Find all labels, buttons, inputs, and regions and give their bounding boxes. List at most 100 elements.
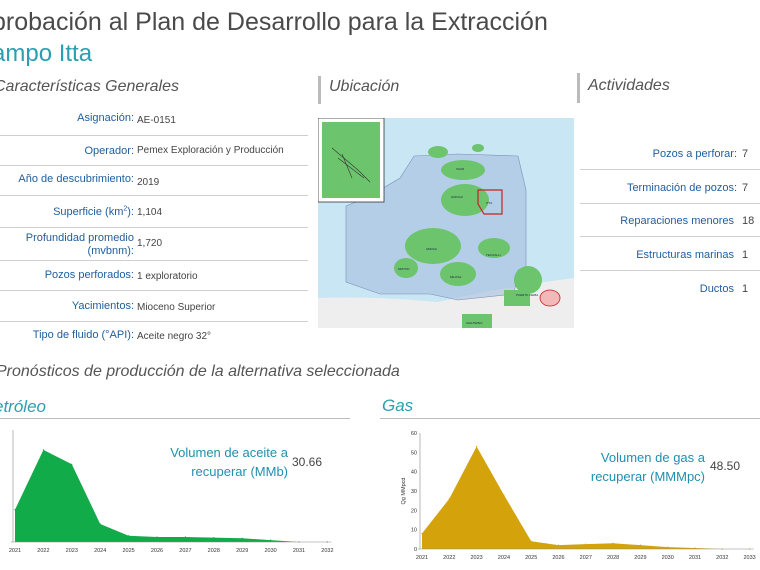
data-point xyxy=(476,445,478,448)
x-tick-label: 2022 xyxy=(443,555,455,560)
activity-label: Reparaciones menores xyxy=(620,215,734,227)
general-row: Tipo de fluido (°API): Aceite negro 32° xyxy=(0,322,308,350)
general-row-label: Operador: xyxy=(84,145,134,157)
data-point xyxy=(421,532,423,535)
activity-row: Ductos 1 xyxy=(580,271,760,304)
general-row: Operador: Pemex Exploración y Producción xyxy=(0,136,308,166)
general-section-title: Características Generales xyxy=(0,78,179,95)
activity-value: 1 xyxy=(742,249,749,261)
activity-value: 18 xyxy=(742,215,755,227)
activity-row: Reparaciones menores 18 xyxy=(580,203,760,237)
activity-row: Estructuras marinas 1 xyxy=(580,237,760,271)
activity-value: 1 xyxy=(742,283,749,295)
svg-text:TECOALLI: TECOALLI xyxy=(486,253,501,257)
data-point xyxy=(612,542,614,544)
general-row-value: Aceite negro 32° xyxy=(137,331,212,342)
data-point xyxy=(213,537,215,539)
data-point xyxy=(71,463,73,465)
data-point xyxy=(503,494,505,496)
x-tick-label: 2031 xyxy=(689,555,701,560)
y-tick-label: 10 xyxy=(411,528,417,534)
activity-row: Terminación de pozos: 7 xyxy=(580,170,760,204)
x-tick-label: 2033 xyxy=(743,555,755,560)
data-point xyxy=(99,523,101,525)
general-row-value: 1,720 xyxy=(137,238,163,249)
x-tick-label: 2022 xyxy=(37,548,49,554)
location-divider xyxy=(318,76,321,104)
y-tick-label: 40 xyxy=(411,470,417,476)
page-subtitle: ampo Itta xyxy=(0,40,93,67)
svg-text:HOKCHI: HOKCHI xyxy=(451,195,463,199)
oil-chart-title: etróleo xyxy=(0,397,46,416)
svg-text:ITTA: ITTA xyxy=(486,201,492,205)
x-tick-label: 2026 xyxy=(552,555,564,560)
activity-label: Pozos a perforar: xyxy=(652,148,737,160)
oil-volume-value: 30.66 xyxy=(292,455,323,469)
data-point xyxy=(42,449,45,451)
x-tick-label: 2025 xyxy=(525,555,537,560)
general-row: Profundidad promedio (mvbnm): 1,720 xyxy=(0,228,308,261)
x-tick-label: 2028 xyxy=(208,548,220,554)
data-point xyxy=(667,546,669,548)
data-point xyxy=(14,509,16,511)
general-row-label: Yacimientos: xyxy=(71,300,134,312)
general-row-label: Asignación: xyxy=(77,112,134,124)
svg-text:AMOCA: AMOCA xyxy=(426,247,437,251)
y-tick-label: 30 xyxy=(411,489,417,495)
x-tick-label: 2032 xyxy=(321,548,333,554)
y-tick-label: 60 xyxy=(411,431,417,437)
x-tick-label: 2025 xyxy=(122,548,134,554)
x-tick-label: 2029 xyxy=(236,548,248,554)
x-tick-label: 2028 xyxy=(607,555,619,560)
x-tick-label: 2030 xyxy=(662,555,674,560)
general-row-label: Pozos perforados: xyxy=(44,269,134,281)
y-axis-label: Qg MMpcd xyxy=(401,478,407,505)
data-point xyxy=(270,539,272,541)
x-tick-label: 2026 xyxy=(151,548,163,554)
y-tick-label: 20 xyxy=(411,508,417,514)
gas-volume-value: 48.50 xyxy=(710,459,741,473)
activity-label: Terminación de pozos: xyxy=(626,182,737,194)
general-row-label: Año de descubrimiento: xyxy=(18,173,134,185)
data-point xyxy=(128,535,130,537)
general-row: Año de descubrimiento: 2019 xyxy=(0,166,308,196)
data-point xyxy=(448,498,450,500)
data-point xyxy=(156,536,158,538)
x-tick-label: 2032 xyxy=(716,555,728,560)
oil-chart-rule xyxy=(0,418,350,419)
general-row-label: Profundidad promedio (mvbnm): xyxy=(25,232,134,257)
svg-text:CHILTEPEC: CHILTEPEC xyxy=(466,321,483,325)
y-tick-label: 50 xyxy=(411,450,417,456)
general-row-label: Tipo de fluido (°API): xyxy=(32,329,134,341)
oil-volume-label: Volumen de aceite a recuperar (MMb) xyxy=(170,445,288,479)
gas-volume-label: Volumen de gas a recuperar (MMMpc) xyxy=(590,450,705,484)
general-row-value: Mioceno Superior xyxy=(137,302,216,313)
general-row-label: Superficie (km2): xyxy=(53,202,134,219)
area-label-text: Superficie (km2): xyxy=(53,205,134,218)
activity-value: 7 xyxy=(742,182,749,194)
data-point xyxy=(530,540,532,542)
data-point xyxy=(639,544,641,546)
data-point xyxy=(241,537,243,539)
activity-row: Pozos a perforar: 7 xyxy=(580,136,760,170)
general-row-value: Pemex Exploración y Producción xyxy=(137,145,284,156)
svg-text:PUERTO CEIBA: PUERTO CEIBA xyxy=(516,293,538,297)
y-tick-label: 0 xyxy=(414,547,417,553)
x-tick-label: 2024 xyxy=(498,555,510,560)
x-tick-label: 2029 xyxy=(634,555,646,560)
x-tick-label: 2023 xyxy=(470,555,482,560)
activities-divider xyxy=(577,73,580,103)
x-tick-label: 2030 xyxy=(264,548,276,554)
x-tick-label: 2021 xyxy=(416,555,428,560)
activity-label: Estructuras marinas xyxy=(636,249,734,261)
general-row: Asignación: AE-0151 xyxy=(0,103,308,136)
gas-chart-title: Gas xyxy=(382,396,414,415)
general-row: Yacimientos: Mioceno Superior xyxy=(0,291,308,322)
x-tick-label: 2023 xyxy=(66,548,78,554)
gas-chart-rule xyxy=(380,418,760,419)
gas-chart: 0102030405060Qg MMpcd2021 2022 2023 2024 202… xyxy=(401,431,756,560)
general-row-value: AE-0151 xyxy=(137,115,176,126)
svg-text:MILOSA: MILOSA xyxy=(450,275,461,279)
data-point xyxy=(694,547,696,549)
x-tick-label: 2031 xyxy=(293,548,305,554)
